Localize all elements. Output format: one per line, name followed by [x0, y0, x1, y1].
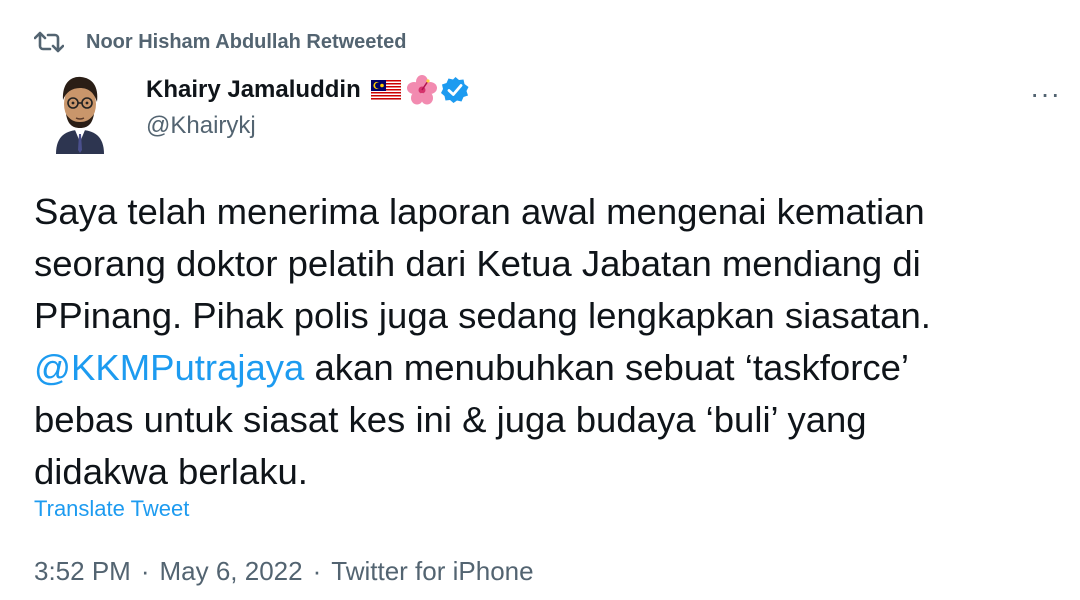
tweet-line: seorang doktor pelatih dari Ketua Jabata… — [34, 243, 921, 284]
tweet-source: Twitter for iPhone — [331, 556, 534, 586]
verified-badge-icon — [440, 77, 469, 103]
tweet-line-with-mention: @KKMPutrajaya akan menubuhkan sebuat ‘ta… — [34, 342, 1064, 394]
author-handle[interactable]: @Khairykj — [146, 112, 469, 140]
more-options-button[interactable]: ··· — [1030, 78, 1061, 110]
tweet-line-fragment: akan menubuhkan sebuat ‘taskforce’ — [304, 347, 910, 388]
avatar-caricature-icon — [48, 70, 112, 154]
avatar[interactable] — [48, 70, 112, 154]
author-block[interactable]: Khairy Jamaluddin @Khairykj — [146, 72, 469, 140]
tweet-date[interactable]: May 6, 2022 — [160, 556, 303, 587]
tweet-line: didakwa berlaku. — [34, 451, 308, 492]
translate-tweet-link[interactable]: Translate Tweet — [34, 496, 189, 522]
mention-link[interactable]: @KKMPutrajaya — [34, 347, 304, 388]
tweet-meta: 3:52 PM · May 6, 2022 · Twitter for iPho… — [34, 556, 534, 587]
tweet-line: PPinang. Pihak polis juga sedang lengkap… — [34, 295, 931, 336]
tweet-time[interactable]: 3:52 PM — [34, 556, 131, 587]
tweet-line: bebas untuk siasat kes ini & juga budaya… — [34, 399, 867, 440]
author-name[interactable]: Khairy Jamaluddin — [146, 76, 361, 104]
retweet-label: Noor Hisham Abdullah Retweeted — [86, 30, 407, 53]
tweet-line: Saya telah menerima laporan awal mengena… — [34, 191, 925, 232]
meta-separator: · — [140, 556, 150, 586]
malaysia-flag-icon — [370, 80, 401, 100]
retweet-context[interactable]: Noor Hisham Abdullah Retweeted — [34, 30, 406, 54]
hibiscus-icon — [406, 75, 437, 105]
meta-separator: · — [312, 556, 322, 586]
retweet-icon — [34, 31, 64, 53]
tweet-text: Saya telah menerima laporan awal mengena… — [34, 186, 1064, 498]
